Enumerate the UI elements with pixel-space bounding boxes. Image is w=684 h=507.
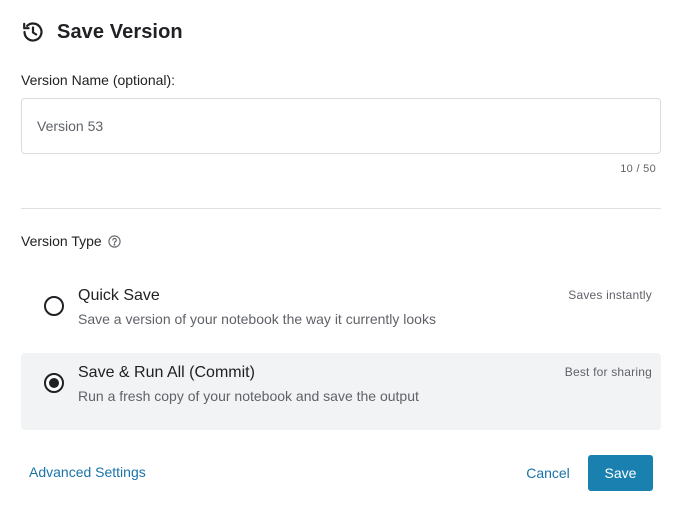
dialog-title: Save Version — [57, 20, 183, 43]
char-counter: 10 / 50 — [620, 163, 656, 175]
version-name-label: Version Name (optional): — [21, 72, 176, 88]
advanced-settings-link[interactable]: Advanced Settings — [29, 464, 146, 480]
option-tag: Saves instantly — [568, 288, 652, 302]
save-version-dialog: Save Version Version Name (optional): 10… — [0, 0, 684, 507]
save-button[interactable]: Save — [588, 455, 653, 491]
option-description: Run a fresh copy of your notebook and sa… — [78, 388, 419, 404]
quick-save-radio[interactable] — [44, 296, 64, 316]
option-tag: Best for sharing — [564, 365, 652, 379]
version-type-heading: Version Type — [21, 233, 121, 249]
divider — [21, 208, 661, 209]
option-quick-save[interactable]: Quick Save Save a version of your notebo… — [21, 276, 661, 353]
help-circle-icon[interactable] — [108, 234, 121, 248]
dialog-header: Save Version — [21, 20, 183, 44]
option-title: Quick Save — [78, 287, 160, 304]
version-name-input[interactable] — [21, 98, 661, 154]
option-description: Save a version of your notebook the way … — [78, 311, 436, 327]
history-icon — [21, 20, 45, 44]
cancel-button[interactable]: Cancel — [515, 455, 581, 491]
save-run-all-radio[interactable] — [44, 373, 64, 393]
version-type-label: Version Type — [21, 233, 102, 249]
option-save-run-all[interactable]: Save & Run All (Commit) Run a fresh copy… — [21, 353, 661, 430]
option-title: Save & Run All (Commit) — [78, 364, 255, 381]
